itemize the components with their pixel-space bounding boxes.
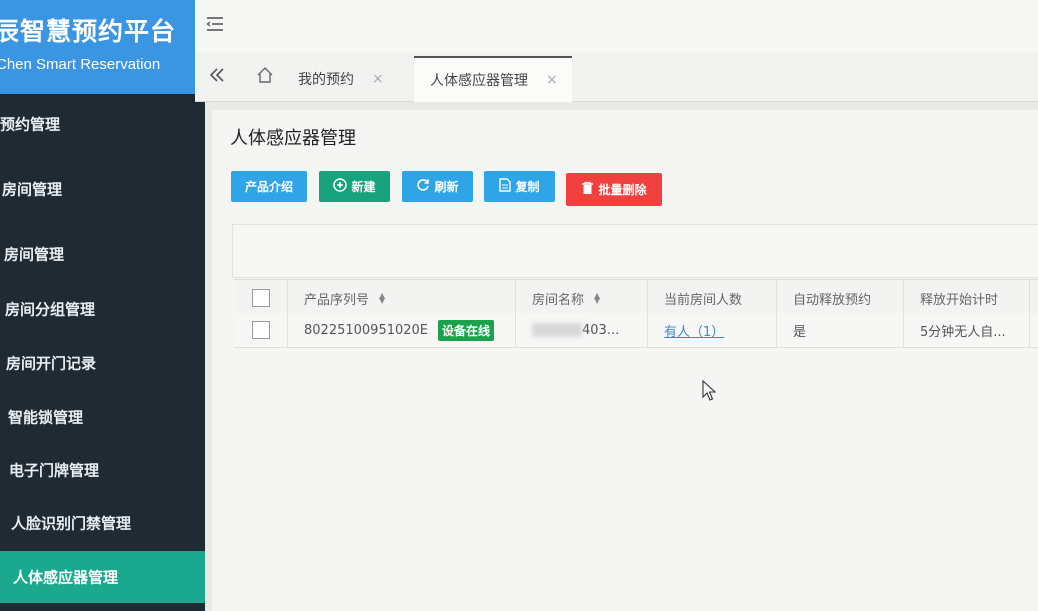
sidebar-item-door-records[interactable]: 房间开门记录 (0, 339, 205, 387)
room-name-cell: 403... (516, 313, 648, 347)
select-all-checkbox[interactable] (251, 289, 270, 307)
plus-circle-icon (333, 178, 348, 195)
close-icon[interactable]: × (546, 72, 558, 88)
sidebar-group-rooms[interactable]: 房间管理 (0, 165, 205, 213)
auto-release-value: 是 (793, 324, 807, 340)
sidebar-item-label: 电子门牌管理 (9, 461, 100, 480)
button-label: 新建 (351, 180, 376, 194)
brand-title: 辰智慧预约平台 (0, 17, 177, 46)
refresh-button[interactable]: 刷新 (402, 171, 473, 202)
room-name: 403... (582, 322, 620, 338)
sidebar-item-label: 预约管理 (0, 115, 61, 134)
menu-toggle-icon[interactable] (205, 14, 225, 34)
brand-header: 辰智慧预约平台 Chen Smart Reservation (0, 0, 195, 94)
batch-delete-button[interactable]: 批量删除 (566, 173, 662, 206)
column-header-people: 当前房间人数 (648, 280, 777, 316)
column-label: 释放开始计时 (920, 292, 999, 308)
mouse-cursor-icon (702, 379, 717, 406)
document-icon (499, 178, 512, 195)
sidebar-item-reservations[interactable]: 预约管理 (0, 100, 205, 148)
sort-icon[interactable]: ▲ ▼ (594, 292, 600, 305)
column-header-room-name[interactable]: 房间名称 ▲ ▼ (516, 280, 648, 316)
select-all-cell (234, 280, 288, 316)
column-label: 当前房间人数 (664, 292, 743, 308)
brand-subtitle: Chen Smart Reservation (0, 56, 161, 73)
column-header-serial[interactable]: 产品序列号 ▲ ▼ (288, 280, 516, 316)
button-label: 刷新 (434, 180, 459, 194)
new-button[interactable]: 新建 (319, 171, 390, 202)
row-checkbox[interactable] (251, 321, 270, 339)
column-header-auto-release: 自动释放预约 (777, 280, 904, 316)
column-label: 自动释放预约 (793, 292, 872, 308)
column-label: 产品序列号 (304, 292, 370, 308)
table-toolbar-area (232, 224, 1038, 278)
home-icon[interactable] (250, 52, 280, 98)
tab-body-sensor[interactable]: 人体感应器管理 × (414, 56, 572, 102)
sidebar-item-label: 房间分组管理 (5, 300, 96, 319)
release-timer-cell: 5分钟无人自... (904, 313, 1030, 347)
people-link[interactable]: 有人（1） (664, 321, 724, 340)
sidebar-item-label: 房间开门记录 (6, 354, 97, 373)
button-label: 批量删除 (598, 183, 647, 197)
tab-label: 人体感应器管理 (430, 73, 528, 89)
release-timer-value: 5分钟无人自... (920, 324, 1006, 340)
sidebar-item-body-sensor[interactable]: 人体感应器管理 (0, 551, 205, 603)
serial-number: 80225100951020E (304, 322, 429, 338)
auto-release-cell: 是 (777, 313, 904, 347)
column-label: 房间名称 (532, 292, 585, 308)
table-header: 产品序列号 ▲ ▼ 房间名称 ▲ ▼ 当前房间人数 自动释放预约 释放开始计时 (234, 279, 1038, 317)
sidebar-item-label: 房间管理 (2, 180, 63, 199)
sidebar-item-room-management[interactable]: 房间管理 (0, 230, 205, 278)
redacted-text (532, 323, 582, 337)
product-intro-button[interactable]: 产品介绍 (231, 171, 307, 202)
sidebar-item-label: 智能锁管理 (8, 408, 84, 427)
table-row[interactable]: 80225100951020E 设备在线 403... 有人（1） 是 5分钟无… (234, 313, 1038, 348)
status-badge: 设备在线 (438, 319, 495, 341)
row-select-cell (234, 313, 288, 347)
column-header-release-timer: 释放开始计时 (904, 280, 1030, 316)
collapse-tabs-icon[interactable] (202, 52, 232, 98)
refresh-icon (416, 178, 430, 195)
sidebar-item-face-access[interactable]: 人脸识别门禁管理 (0, 499, 205, 547)
tab-my-reservations[interactable]: 我的预约 × (298, 58, 384, 100)
page-title: 人体感应器管理 (230, 128, 356, 149)
sort-icon[interactable]: ▲ ▼ (379, 292, 385, 305)
trash-icon (581, 181, 594, 198)
sidebar-item-label: 人脸识别门禁管理 (11, 514, 132, 533)
sidebar-item-label: 房间管理 (4, 245, 65, 264)
sidebar-item-smart-lock[interactable]: 智能锁管理 (0, 393, 205, 441)
top-bar (195, 0, 1038, 52)
copy-button[interactable]: 复制 (484, 171, 555, 202)
sidebar-item-door-plate[interactable]: 电子门牌管理 (0, 446, 205, 494)
tab-label: 我的预约 (298, 72, 354, 88)
button-label: 复制 (515, 180, 540, 194)
close-icon[interactable]: × (372, 71, 384, 87)
sidebar-item-label: 人体感应器管理 (13, 568, 119, 587)
button-label: 产品介绍 (244, 180, 293, 194)
sidebar: 辰智慧预约平台 Chen Smart Reservation 预约管理 房间管理… (0, 0, 205, 611)
serial-cell: 80225100951020E 设备在线 (288, 313, 516, 347)
people-cell: 有人（1） (648, 313, 777, 347)
sidebar-item-room-groups[interactable]: 房间分组管理 (0, 285, 205, 333)
